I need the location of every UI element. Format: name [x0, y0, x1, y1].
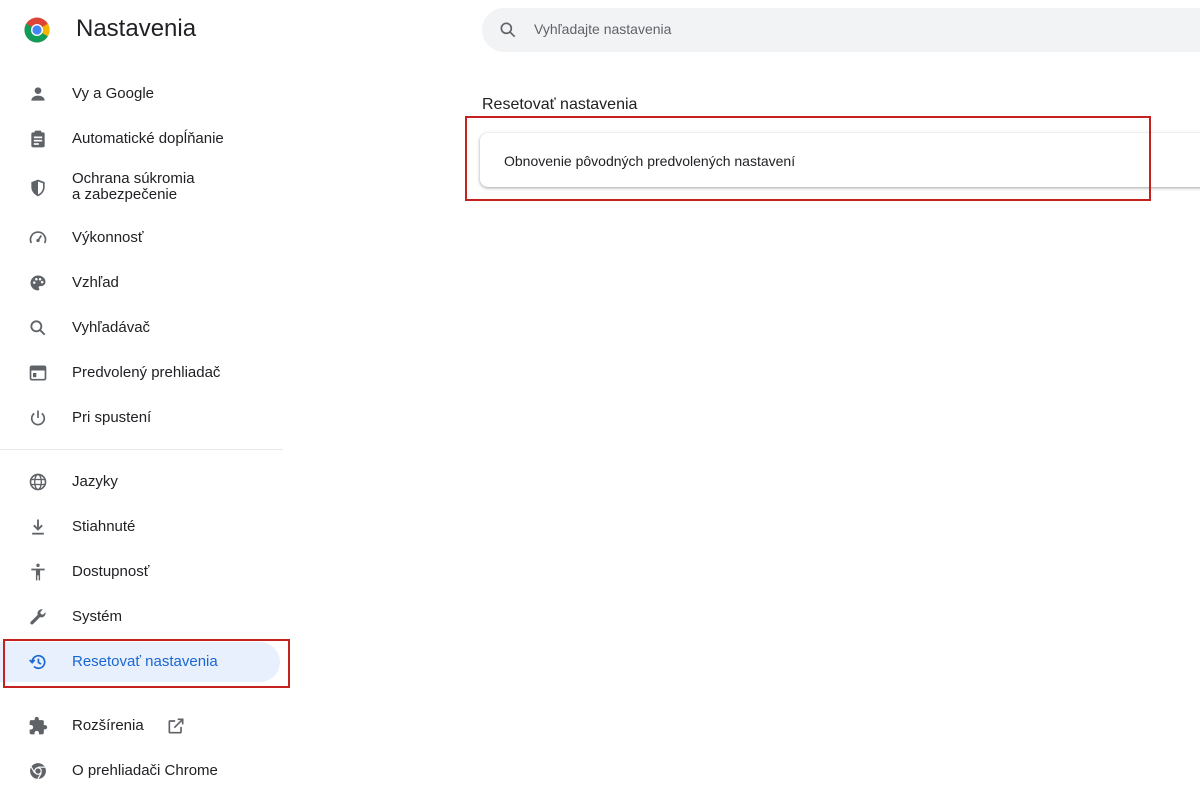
section-title: Resetovať nastavenia [482, 96, 638, 113]
power-icon [30, 410, 46, 426]
sidebar-item-default-browser[interactable]: Predvolený prehliadač [0, 353, 280, 393]
sidebar-item-you-and-google[interactable]: Vy a Google [0, 74, 280, 114]
sidebar-item-reset-settings[interactable]: Resetovať nastavenia [0, 642, 280, 682]
sidebar-item-label: Vyhľadávač [72, 319, 151, 336]
accessibility-icon [31, 563, 45, 581]
sidebar-item-performance[interactable]: Výkonnosť [0, 218, 280, 258]
person-icon [31, 87, 45, 101]
sidebar-item-label: Vzhľad [72, 274, 119, 291]
clipboard-icon [31, 130, 45, 148]
header: Nastavenia Vyhľadajte nastavenia [0, 0, 1200, 62]
sidebar-item-label: Systém [72, 608, 123, 625]
sidebar-item-label: Vy a Google [72, 85, 154, 102]
sidebar-item-label: O prehliadači Chrome [72, 762, 218, 779]
chrome-logo-icon [24, 17, 50, 43]
sidebar-item-privacy-security[interactable]: Ochrana súkromia a zabezpečenie [0, 168, 280, 208]
sidebar-item-appearance[interactable]: Vzhľad [0, 263, 280, 303]
sidebar-item-accessibility[interactable]: Dostupnosť [0, 552, 280, 592]
sidebar-item-system[interactable]: Systém [0, 597, 280, 637]
sidebar-item-label: Automatické dopĺňanie [72, 130, 224, 147]
sidebar-item-label-line1: Ochrana súkromia [72, 170, 195, 187]
sidebar-item-label: Rozšírenia [72, 717, 144, 734]
sidebar-item-downloads[interactable]: Stiahnuté [0, 507, 280, 547]
sidebar: Vy a Google Automatické dopĺňanie Ochran… [0, 62, 290, 800]
search-icon [500, 22, 516, 38]
sidebar-item-label: Resetovať nastavenia [72, 653, 218, 670]
sidebar-item-label: Stiahnuté [72, 518, 136, 535]
restore-icon [29, 654, 46, 670]
sidebar-item-extensions[interactable]: Rozšírenia [0, 706, 280, 746]
sidebar-item-about-chrome[interactable]: O prehliadači Chrome [0, 751, 280, 791]
download-icon [32, 519, 44, 535]
sidebar-item-search-engine[interactable]: Vyhľadávač [0, 308, 280, 348]
chrome-icon [30, 763, 46, 780]
search-icon [30, 320, 46, 336]
globe-icon [29, 473, 47, 491]
sidebar-divider [0, 449, 283, 450]
sidebar-item-label-line2: a zabezpečenie [72, 186, 178, 203]
restore-defaults-row[interactable]: Obnovenie pôvodných predvolených nastave… [480, 133, 1200, 187]
search-input[interactable]: Vyhľadajte nastavenia [534, 21, 671, 37]
restore-defaults-label: Obnovenie pôvodných predvolených nastave… [504, 153, 796, 169]
sidebar-item-on-startup[interactable]: Pri spustení [0, 398, 280, 438]
browser-window-icon [29, 365, 47, 381]
palette-icon [30, 275, 46, 291]
shield-icon [31, 179, 45, 197]
external-link-icon [168, 718, 184, 734]
puzzle-icon [29, 716, 48, 735]
sidebar-item-label: Výkonnosť [72, 229, 144, 246]
sidebar-item-autofill[interactable]: Automatické dopĺňanie [0, 119, 280, 159]
sidebar-item-label: Jazyky [72, 473, 118, 490]
sidebar-item-label: Dostupnosť [72, 563, 150, 580]
speedometer-icon [29, 231, 47, 244]
sidebar-item-label: Pri spustení [72, 409, 152, 426]
search-bar[interactable]: Vyhľadajte nastavenia [482, 8, 1200, 52]
sidebar-item-label: Ochrana súkromia a zabezpečenie [72, 171, 252, 203]
app-title: Nastavenia [76, 15, 197, 42]
sidebar-item-languages[interactable]: Jazyky [0, 462, 280, 502]
sidebar-item-label: Predvolený prehliadač [72, 364, 221, 381]
wrench-icon [30, 609, 46, 625]
